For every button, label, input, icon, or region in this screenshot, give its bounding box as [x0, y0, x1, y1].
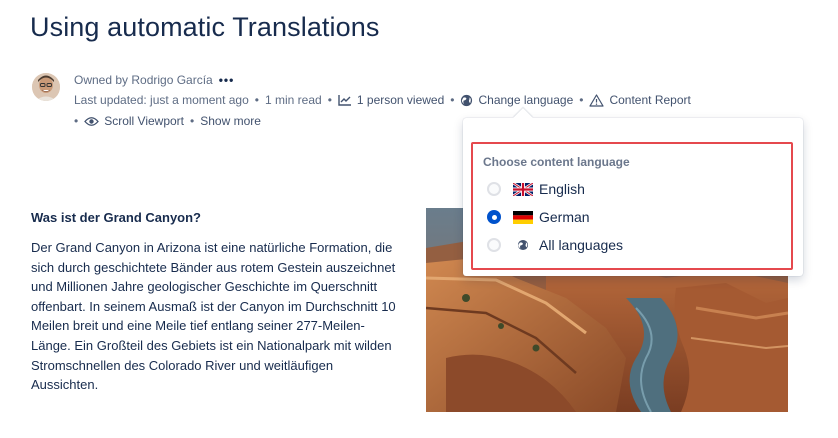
analytics-icon [338, 95, 351, 106]
separator-dot: • [327, 93, 332, 107]
separator-dot: • [74, 114, 79, 128]
change-language-label: Change language [478, 93, 574, 107]
globe-icon [461, 94, 473, 106]
content-report-button[interactable]: Content Report [589, 93, 691, 107]
radio-all-languages[interactable] [487, 238, 501, 252]
byline-owner: Owned by Rodrigo García ••• [74, 73, 234, 87]
separator-dot: • [190, 114, 195, 128]
language-label: All languages [539, 237, 624, 253]
globe-icon [517, 239, 529, 251]
show-more-button[interactable]: Show more [200, 114, 261, 128]
warning-icon [589, 93, 605, 107]
separator-dot: • [579, 93, 584, 107]
page-title: Using automatic Translations [30, 12, 380, 42]
separator-dot: • [450, 93, 455, 107]
uk-flag-icon [513, 182, 533, 196]
more-actions-icon[interactable]: ••• [219, 73, 235, 87]
scroll-viewport-label: Scroll Viewport [104, 114, 185, 128]
radio-english[interactable] [487, 182, 501, 196]
avatar[interactable] [32, 73, 60, 101]
change-language-button[interactable]: Change language [460, 93, 573, 107]
language-label: English [539, 181, 585, 197]
separator-dot: • [254, 93, 259, 107]
avatar-image [32, 73, 60, 101]
byline-extra: • Scroll Viewport • Show more [74, 114, 261, 128]
read-time: 1 min read [264, 93, 322, 107]
content-report-label: Content Report [609, 93, 691, 107]
language-option-english[interactable]: English [487, 181, 585, 197]
owner-text: Owned by Rodrigo García [74, 73, 213, 87]
byline-details: Last updated: just a moment ago • 1 min … [74, 93, 691, 107]
article-body: Der Grand Canyon in Arizona ist eine nat… [31, 240, 396, 393]
viewed-count: 1 person viewed [356, 93, 445, 107]
language-option-german[interactable]: German [487, 209, 590, 225]
article-heading: Was ist der Grand Canyon? [31, 210, 201, 225]
page-analytics-link[interactable]: 1 person viewed [338, 93, 444, 107]
popover-title: Choose content language [483, 155, 630, 169]
last-updated: Last updated: just a moment ago [74, 93, 249, 107]
eye-icon [84, 116, 100, 126]
language-option-all[interactable]: All languages [487, 237, 623, 253]
scroll-viewport-button[interactable]: Scroll Viewport [84, 114, 184, 128]
german-flag-icon [513, 210, 533, 224]
language-label: German [539, 209, 590, 225]
radio-german[interactable] [487, 210, 501, 224]
